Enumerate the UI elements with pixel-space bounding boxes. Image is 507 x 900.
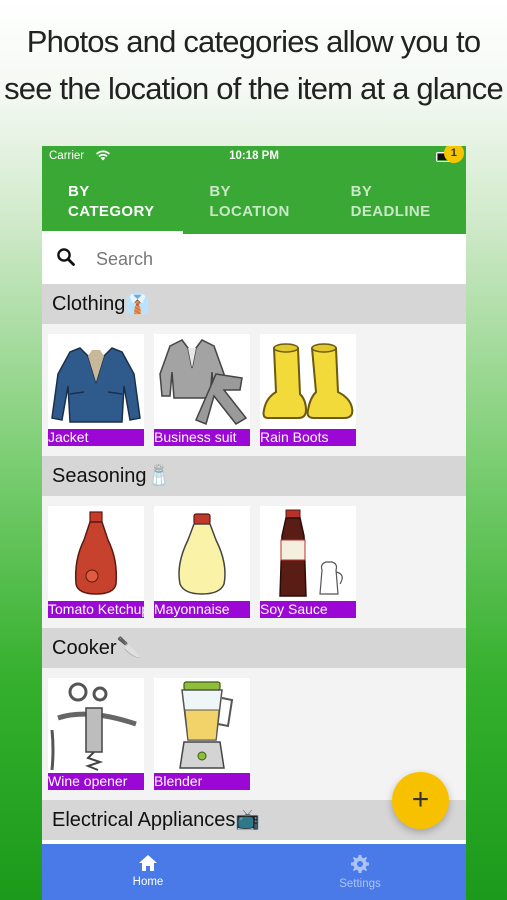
item-label: Jacket — [48, 429, 144, 446]
tab-label-line1: BY — [68, 183, 90, 200]
home-icon — [139, 855, 157, 871]
headline-line-1: Photos and categories allow you to — [26, 24, 481, 59]
soy-sauce-image — [279, 509, 343, 597]
status-time: 10:18 PM — [229, 150, 279, 162]
status-bar: Carrier 10:18 PM — [42, 146, 466, 168]
section-header-seasoning: Seasoning🧂 — [42, 456, 466, 496]
item-card[interactable]: Soy Sauce — [260, 506, 356, 618]
tab-label-line2: LOCATION — [209, 203, 290, 220]
item-label: Soy Sauce — [260, 601, 356, 618]
tab-label-line1: BY — [209, 183, 231, 200]
tab-by-location[interactable]: BY LOCATION — [183, 168, 324, 234]
blender-image — [179, 681, 234, 769]
business-suit-image — [159, 339, 248, 426]
item-card[interactable]: Tomato Ketchup — [48, 506, 144, 618]
wine-opener-image — [50, 682, 137, 771]
tab-by-category[interactable]: BY CATEGORY — [42, 168, 184, 234]
item-grid-clothing: Jacket Business suit Rain Boots — [42, 324, 466, 456]
search-icon — [56, 247, 76, 272]
search-bar — [42, 234, 466, 284]
item-label: Tomato Ketchup — [48, 601, 144, 618]
tab-label-line2: CATEGORY — [68, 203, 155, 220]
add-item-button[interactable]: + — [392, 772, 449, 829]
item-label: Mayonnaise — [154, 601, 250, 618]
item-label: Wine opener — [48, 773, 144, 790]
view-tabs: BY CATEGORY BY LOCATION BY DEADLINE 1 — [42, 146, 466, 234]
section-header-clothing: Clothing👔 — [42, 284, 466, 324]
jacket-image — [51, 347, 141, 423]
nav-home-label: Home — [132, 876, 164, 888]
mayonnaise-image — [178, 513, 226, 595]
bottom-navigation: Home Settings — [42, 844, 466, 900]
tab-label-line2: DEADLINE — [350, 203, 431, 220]
nav-settings[interactable]: Settings — [254, 844, 466, 900]
headline-line-2: see the location of the item at a glance — [4, 71, 504, 106]
item-label: Business suit — [154, 429, 250, 446]
promo-headline: Photos and categories allow you to see t… — [0, 18, 507, 112]
item-card[interactable]: Mayonnaise — [154, 506, 250, 618]
ketchup-image — [74, 511, 118, 595]
item-grid-seasoning: Tomato Ketchup Mayonnaise Soy Sauce — [42, 496, 466, 628]
search-input[interactable] — [96, 248, 396, 270]
tab-by-deadline[interactable]: BY DEADLINE 1 — [325, 146, 466, 234]
item-label: Blender — [154, 773, 250, 790]
item-card[interactable]: Jacket — [48, 334, 144, 446]
item-card[interactable]: Blender — [154, 678, 250, 790]
item-label: Rain Boots — [260, 429, 356, 446]
nav-home[interactable]: Home — [42, 844, 254, 900]
item-card[interactable]: Rain Boots — [260, 334, 356, 446]
item-card[interactable]: Business suit — [154, 334, 250, 446]
section-header-cooker: Cooker🔪 — [42, 628, 466, 668]
nav-settings-label: Settings — [339, 878, 381, 890]
tab-label-line1: BY — [350, 183, 373, 200]
item-card[interactable]: Wine opener — [48, 678, 144, 790]
gear-icon — [351, 855, 369, 873]
rain-boots-image — [262, 343, 354, 419]
